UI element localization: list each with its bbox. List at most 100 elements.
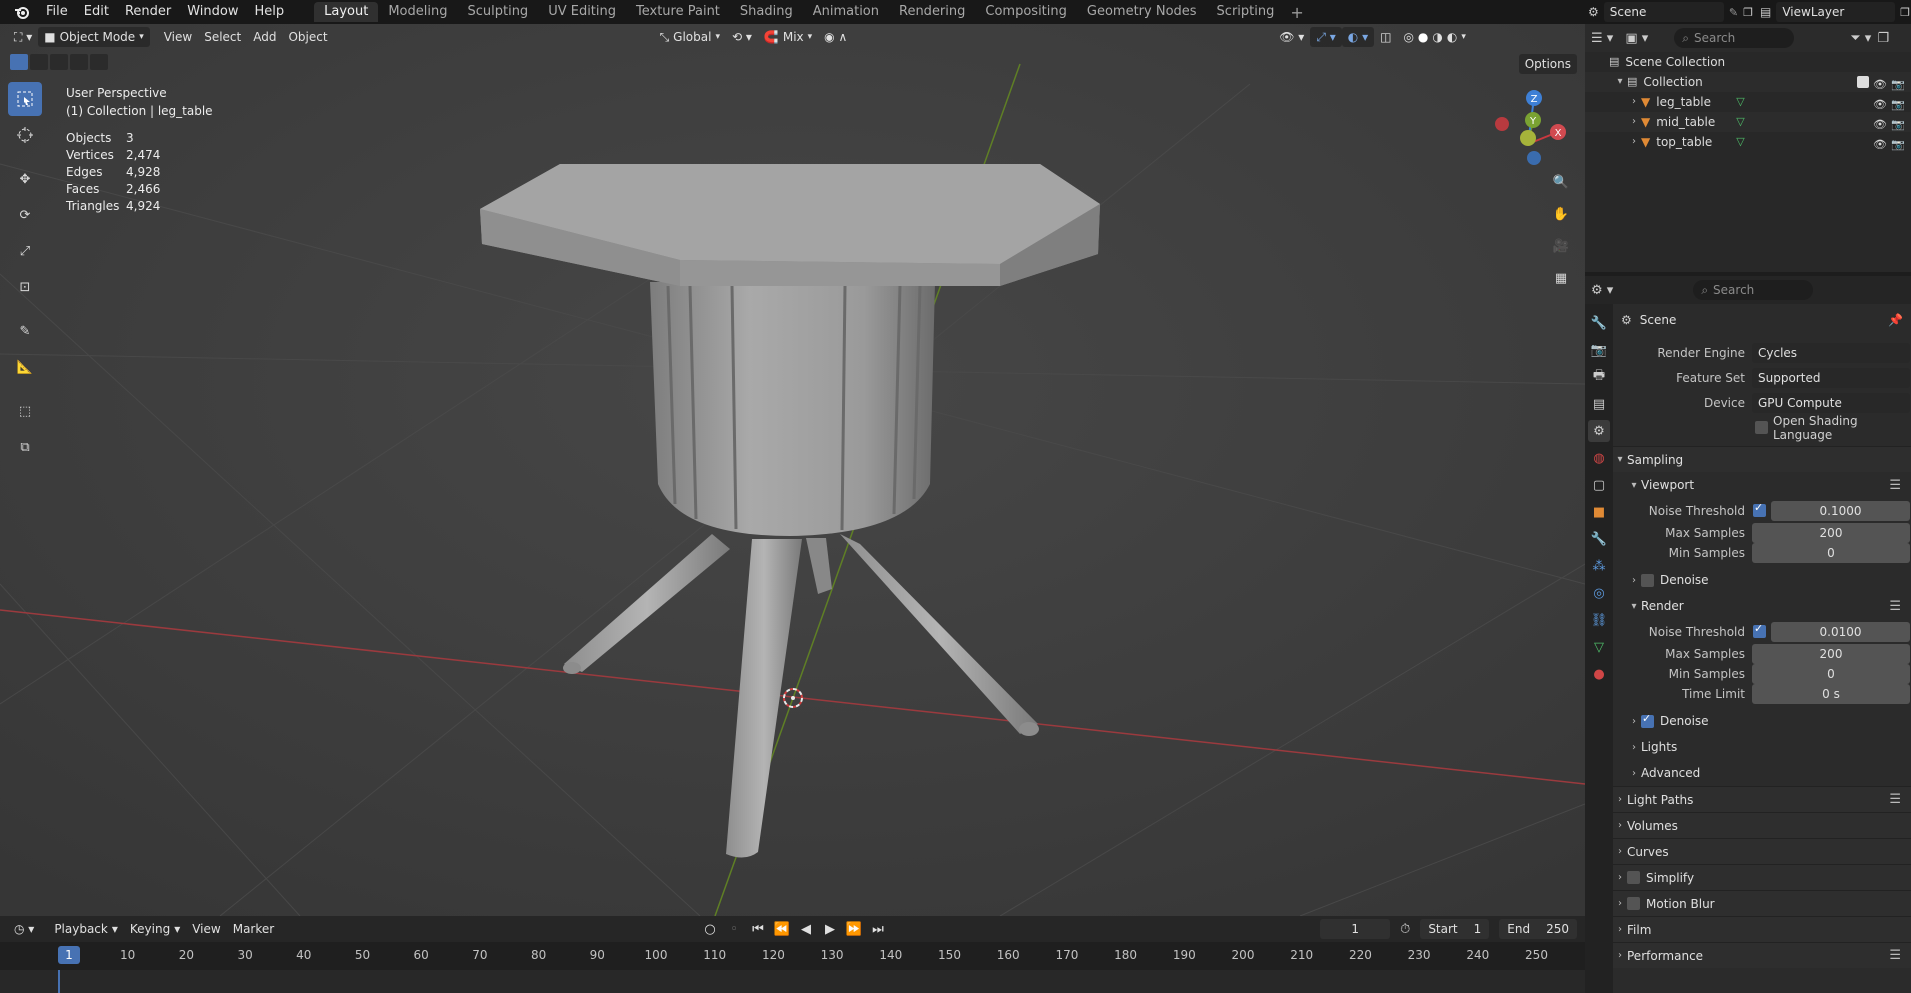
measure-tool-icon[interactable]: 📐	[8, 350, 42, 384]
presets-list-icon[interactable]: ☰	[1889, 948, 1901, 963]
tab-geometry-nodes[interactable]: Geometry Nodes	[1077, 2, 1207, 22]
properties-editor-icon[interactable]: ⚙ ▾	[1591, 283, 1613, 298]
viewport-min-samples-field[interactable]: 0	[1752, 543, 1910, 563]
menu-add[interactable]: Add	[247, 27, 282, 47]
orientation-dropdown[interactable]: ⤡ Global ▾	[654, 27, 726, 47]
options-dropdown[interactable]: Options	[1518, 54, 1577, 74]
tab-modeling[interactable]: Modeling	[378, 2, 457, 22]
advanced-subpanel-header[interactable]: › Advanced	[1613, 760, 1911, 786]
outliner-scene-collection[interactable]: ▤ Scene Collection	[1585, 52, 1911, 72]
mode-dropdown[interactable]: ■ Object Mode ▾	[38, 27, 150, 47]
zoom-icon[interactable]: 🔍	[1548, 169, 1574, 195]
presets-list-icon[interactable]: ☰	[1889, 599, 1901, 614]
current-frame-field[interactable]: 1	[1320, 919, 1391, 939]
tab-uv-editing[interactable]: UV Editing	[538, 2, 626, 22]
render-tab-icon[interactable]: 📷	[1588, 339, 1610, 361]
next-keyframe-icon[interactable]: ⏩	[844, 919, 864, 939]
lights-subpanel-header[interactable]: › Lights	[1613, 734, 1911, 760]
material-shading-icon[interactable]: ◑	[1432, 27, 1442, 47]
wireframe-shading-icon[interactable]: ◎	[1403, 27, 1413, 47]
tab-compositing[interactable]: Compositing	[975, 2, 1077, 22]
outliner-object-row[interactable]: › ▼ mid_table ▽ 👁 📷	[1585, 112, 1911, 132]
scene-field[interactable]: Scene	[1603, 2, 1724, 22]
chevron-right-icon[interactable]: ›	[1627, 132, 1641, 152]
render-noise-field[interactable]: 0.0100	[1771, 621, 1910, 642]
display-mode-icon[interactable]: ▣ ▾	[1625, 31, 1648, 46]
scene-selector[interactable]: ⚙ Scene ✎ ❐	[1588, 1, 1753, 23]
3d-viewport[interactable]: ⛶ ▾ ■ Object Mode ▾ View Select Add Obje…	[0, 24, 1585, 916]
render-min-samples-field[interactable]: 0	[1752, 664, 1910, 684]
snap-mix-dropdown[interactable]: 🧲 Mix ▾	[758, 27, 818, 47]
filter-icon[interactable]: ⏷ ▾	[1850, 31, 1871, 46]
tab-shading[interactable]: Shading	[730, 2, 803, 22]
new-viewlayer-icon[interactable]: ❐	[1900, 6, 1910, 19]
osl-checkbox[interactable]	[1755, 421, 1768, 434]
view-layer-tab-icon[interactable]: ▤	[1588, 393, 1610, 415]
render-engine-dropdown[interactable]: Cycles	[1752, 342, 1910, 363]
mesh-data-icon[interactable]: ▽	[1736, 92, 1744, 112]
tab-layout[interactable]: Layout	[314, 2, 379, 22]
gizmo-toggle-icon[interactable]: ⤢ ▾	[1310, 27, 1342, 47]
object-tab-icon[interactable]: ■	[1588, 501, 1610, 523]
select-subtract-icon[interactable]	[50, 54, 68, 70]
motion-blur-checkbox[interactable]	[1627, 897, 1640, 910]
render-camera-icon[interactable]: 📷	[1891, 75, 1905, 91]
menu-keying[interactable]: Keying ▾	[124, 919, 186, 939]
viewport-subpanel-header[interactable]: ▾ Viewport ☰	[1613, 472, 1911, 498]
collection-tab-icon[interactable]: ▢	[1588, 474, 1610, 496]
pin-icon[interactable]: 📌	[1888, 313, 1903, 327]
jump-start-icon[interactable]: ⏮	[748, 919, 768, 939]
viewport-noise-field[interactable]: 0.1000	[1771, 500, 1910, 521]
frame-ruler[interactable]: 1 10 20 30 40 50 60 70 80 90 100 110 120 130 140 150 16…	[0, 942, 1585, 970]
blender-logo-icon[interactable]	[12, 2, 32, 22]
simplify-panel-header[interactable]: › Simplify	[1613, 864, 1911, 890]
properties-search[interactable]: ⌕ Search	[1693, 280, 1814, 300]
select-intersect-icon[interactable]	[90, 54, 108, 70]
curves-panel-header[interactable]: › Curves	[1613, 838, 1911, 864]
tab-animation[interactable]: Animation	[803, 2, 889, 22]
film-panel-header[interactable]: › Film	[1613, 916, 1911, 942]
menu-render[interactable]: Render	[117, 0, 179, 24]
visibility-eye-icon[interactable]: 👁	[1873, 135, 1887, 151]
select-new-icon[interactable]	[10, 54, 28, 70]
visibility-eye-icon[interactable]: 👁	[1873, 75, 1887, 91]
select-extend-icon[interactable]	[30, 54, 48, 70]
overlay-toggle-icon[interactable]: ◐ ▾	[1341, 27, 1375, 47]
perspective-toggle-icon[interactable]: ▦	[1548, 265, 1574, 291]
select-invert-icon[interactable]	[70, 54, 88, 70]
stopwatch-icon[interactable]: ⏱	[1400, 922, 1410, 937]
play-icon[interactable]: ▶	[820, 919, 840, 939]
menu-file[interactable]: File	[38, 0, 76, 24]
xray-toggle-icon[interactable]: ◫	[1374, 27, 1397, 47]
outliner-search[interactable]: ⌕ Search	[1674, 28, 1795, 48]
particles-tab-icon[interactable]: ⁂	[1588, 555, 1610, 577]
menu-timeline-view[interactable]: View	[186, 919, 226, 939]
outliner-editor-icon[interactable]: ☰ ▾	[1591, 31, 1613, 46]
outliner-object-row[interactable]: › ▼ leg_table ▽ 👁 📷	[1585, 92, 1911, 112]
menu-view[interactable]: View	[158, 27, 198, 47]
timeline-editor-icon[interactable]: ◷ ▾	[8, 919, 40, 939]
annotate-tool-icon[interactable]: ✎	[8, 314, 42, 348]
menu-help[interactable]: Help	[247, 0, 293, 24]
presets-list-icon[interactable]: ☰	[1889, 478, 1901, 493]
noise-threshold-checkbox[interactable]	[1753, 622, 1766, 638]
viewlayer-selector[interactable]: ▤ ViewLayer ❐	[1760, 1, 1910, 23]
pan-hand-icon[interactable]: ✋	[1548, 201, 1574, 227]
cursor-tool-icon[interactable]	[8, 118, 42, 152]
tab-sculpting[interactable]: Sculpting	[457, 2, 538, 22]
data-tab-icon[interactable]: ▽	[1588, 636, 1610, 658]
device-dropdown[interactable]: GPU Compute	[1752, 392, 1910, 413]
noise-threshold-checkbox[interactable]	[1753, 501, 1766, 517]
solid-shading-icon[interactable]: ●	[1418, 27, 1428, 47]
constraints-tab-icon[interactable]: ⛓	[1588, 609, 1610, 631]
scene-tab-icon[interactable]: ⚙	[1588, 420, 1610, 442]
add-primitive-tool-icon[interactable]: ⧉	[8, 430, 42, 464]
world-tab-icon[interactable]: ◍	[1588, 447, 1610, 469]
new-collection-icon[interactable]: ❐	[1877, 31, 1889, 46]
render-camera-icon[interactable]: 📷	[1891, 95, 1905, 111]
pin-icon[interactable]: ✎	[1729, 6, 1738, 19]
tool-tab-icon[interactable]: 🔧	[1588, 312, 1610, 334]
camera-view-icon[interactable]: 🎥	[1548, 233, 1574, 259]
transform-tool-icon[interactable]: ⊡	[8, 270, 42, 304]
menu-object[interactable]: Object	[282, 27, 333, 47]
